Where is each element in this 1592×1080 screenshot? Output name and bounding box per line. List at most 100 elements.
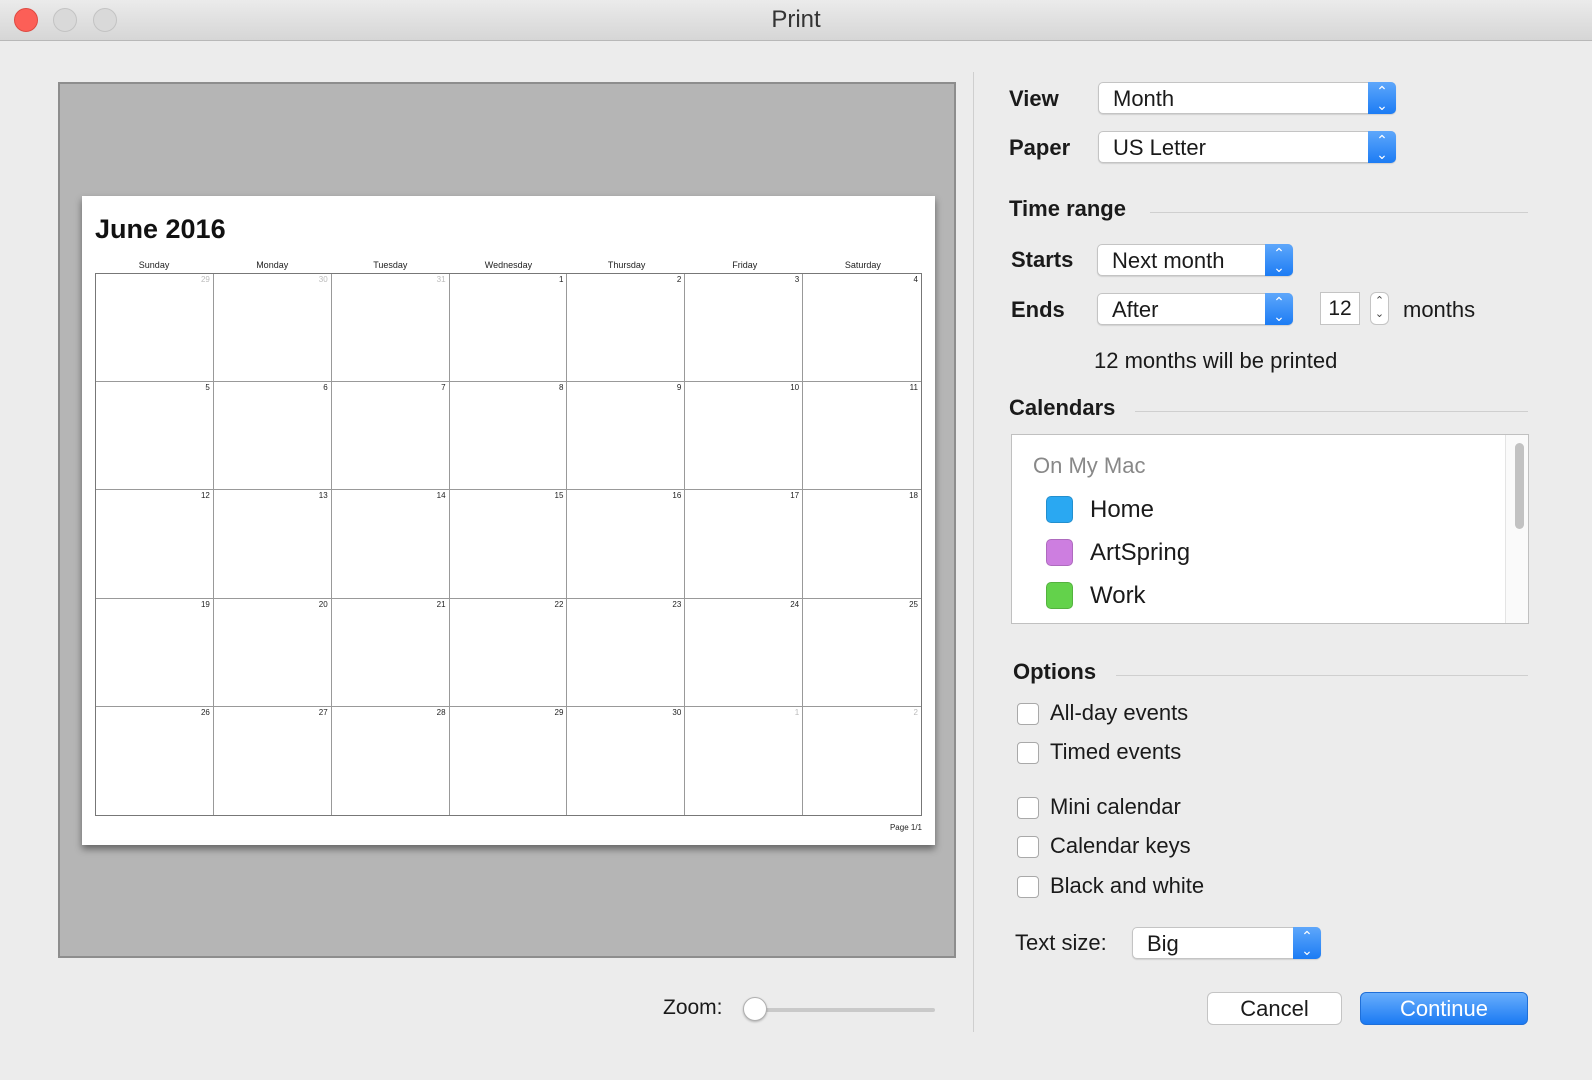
paper-label: Paper — [1009, 135, 1071, 160]
day-cell: 27 — [214, 706, 332, 815]
calendar-name: ArtSpring — [1090, 539, 1191, 566]
paper-value: US Letter — [1113, 135, 1206, 160]
starts-popup[interactable]: Next month ⌃ ⌄ — [1097, 244, 1293, 276]
checkbox-label: Timed events — [1050, 739, 1182, 764]
calendar-color-swatch — [1046, 539, 1073, 566]
cancel-button[interactable]: Cancel — [1207, 992, 1342, 1025]
starts-label: Starts — [1011, 247, 1074, 272]
day-cell: 14 — [331, 490, 450, 599]
window-title: Print — [771, 6, 821, 33]
day-number: 16 — [672, 491, 682, 501]
day-number: 7 — [441, 383, 446, 393]
timed-events-checkbox[interactable] — [1017, 742, 1039, 764]
day-cell: 31 — [331, 274, 450, 383]
day-number: 6 — [323, 383, 328, 393]
all-day-events-checkbox[interactable] — [1017, 703, 1039, 725]
panel-divider — [973, 72, 974, 1032]
day-cell: 23 — [567, 598, 686, 707]
mini-calendar-checkbox[interactable] — [1017, 797, 1039, 819]
day-cell: 30 — [567, 706, 686, 815]
black-and-white-checkbox[interactable] — [1017, 876, 1039, 898]
weekday-label: Thursday — [607, 260, 646, 270]
day-cell: 22 — [449, 598, 568, 707]
day-number: 25 — [909, 599, 918, 609]
day-cell: 4 — [803, 274, 921, 383]
day-cell: 19 — [96, 598, 214, 707]
section-separator — [1135, 411, 1528, 412]
paper-popup[interactable]: US Letter ⌃ ⌄ — [1098, 131, 1396, 163]
day-number: 21 — [436, 599, 446, 609]
continue-button[interactable]: Continue — [1360, 992, 1528, 1025]
checkbox-label: Calendar keys — [1050, 833, 1191, 858]
day-cell: 15 — [449, 490, 568, 599]
calendar-color-swatch — [1046, 496, 1073, 523]
day-number: 23 — [672, 599, 682, 609]
day-number: 9 — [676, 383, 682, 393]
day-cell: 25 — [803, 599, 921, 707]
zoom-slider-track[interactable] — [755, 1008, 935, 1012]
day-number: 29 — [200, 275, 210, 284]
section-separator — [1150, 212, 1528, 213]
day-number: 8 — [558, 383, 564, 393]
view-value: Month — [1113, 86, 1175, 111]
weekday-label: Wednesday — [484, 260, 533, 270]
day-number: 14 — [436, 491, 446, 501]
day-number: 17 — [790, 491, 800, 501]
zoom-label: Zoom: — [663, 996, 723, 1019]
day-number: 27 — [318, 707, 328, 717]
day-number: 30 — [672, 707, 682, 717]
day-cell: 29 — [450, 706, 568, 815]
weekday-label: Saturday — [844, 260, 881, 270]
day-number: 31 — [436, 275, 446, 284]
view-popup[interactable]: Month ⌃ ⌄ — [1098, 82, 1396, 114]
calendar-group-label: On My Mac — [1033, 453, 1146, 478]
months-unit-label: months — [1403, 297, 1476, 322]
day-number: 24 — [790, 599, 800, 609]
calendars-list[interactable]: On My Mac Home ArtSpring Work — [1011, 434, 1529, 624]
checkbox-label: Mini calendar — [1050, 794, 1181, 819]
day-cell: 9 — [567, 382, 686, 491]
options-heading: Options — [1013, 659, 1097, 684]
calendar-color-swatch — [1046, 582, 1073, 609]
view-label: View — [1009, 86, 1059, 111]
text-size-label: Text size: — [1015, 930, 1107, 955]
calendar-keys-checkbox[interactable] — [1017, 836, 1039, 858]
month-count-field[interactable]: 12 — [1320, 292, 1360, 325]
day-number: 28 — [436, 707, 446, 717]
ends-popup[interactable]: After ⌃ ⌄ — [1097, 293, 1293, 325]
day-cell: 18 — [803, 490, 921, 599]
day-cell: 30 — [213, 274, 332, 383]
text-size-popup[interactable]: Big ⌃ ⌄ — [1132, 927, 1321, 959]
day-number: 30 — [318, 275, 328, 284]
day-cell: 28 — [332, 706, 450, 815]
month-grid: 29 30 31 1 2 3 4 5 6 7 8 9 10 11 12 13 14 15 16 17 18 19 20 21 2… — [95, 273, 922, 816]
day-cell: 1 — [685, 706, 804, 815]
day-cell: 26 — [96, 706, 214, 815]
day-number: 2 — [676, 275, 682, 284]
day-cell: 17 — [685, 490, 804, 599]
starts-value: Next month — [1112, 248, 1225, 273]
up-down-chevron-icon: ⌃ ⌄ — [1265, 244, 1293, 276]
day-cell: 12 — [96, 490, 214, 599]
checkbox-label: All-day events — [1050, 700, 1189, 725]
ends-label: Ends — [1011, 297, 1065, 322]
day-cell: 20 — [213, 598, 332, 707]
day-number: 18 — [909, 491, 918, 501]
up-down-chevron-icon: ⌃ ⌄ — [1368, 131, 1396, 163]
day-number: 13 — [318, 491, 328, 501]
day-number: 29 — [554, 707, 564, 717]
list-scrollbar[interactable] — [1515, 443, 1524, 529]
day-cell: 3 — [685, 274, 804, 383]
weekday-header-row: Sunday Monday Tuesday Wednesday Thursday… — [95, 260, 922, 272]
preview-month-title: June 2016 — [95, 214, 226, 244]
day-number: 19 — [200, 599, 210, 609]
text-size-value: Big — [1147, 931, 1179, 956]
day-number: 22 — [554, 599, 564, 609]
ends-value: After — [1112, 297, 1159, 322]
stepper-icon[interactable]: ⌃ ⌄ — [1370, 292, 1389, 325]
day-number: 12 — [200, 491, 210, 501]
day-cell: 2 — [803, 707, 921, 815]
preview-page: June 2016 Sunday Monday Tuesday Wednesda… — [82, 196, 935, 845]
up-down-chevron-icon: ⌃ ⌄ — [1293, 927, 1321, 959]
zoom-slider-knob[interactable] — [743, 997, 767, 1021]
